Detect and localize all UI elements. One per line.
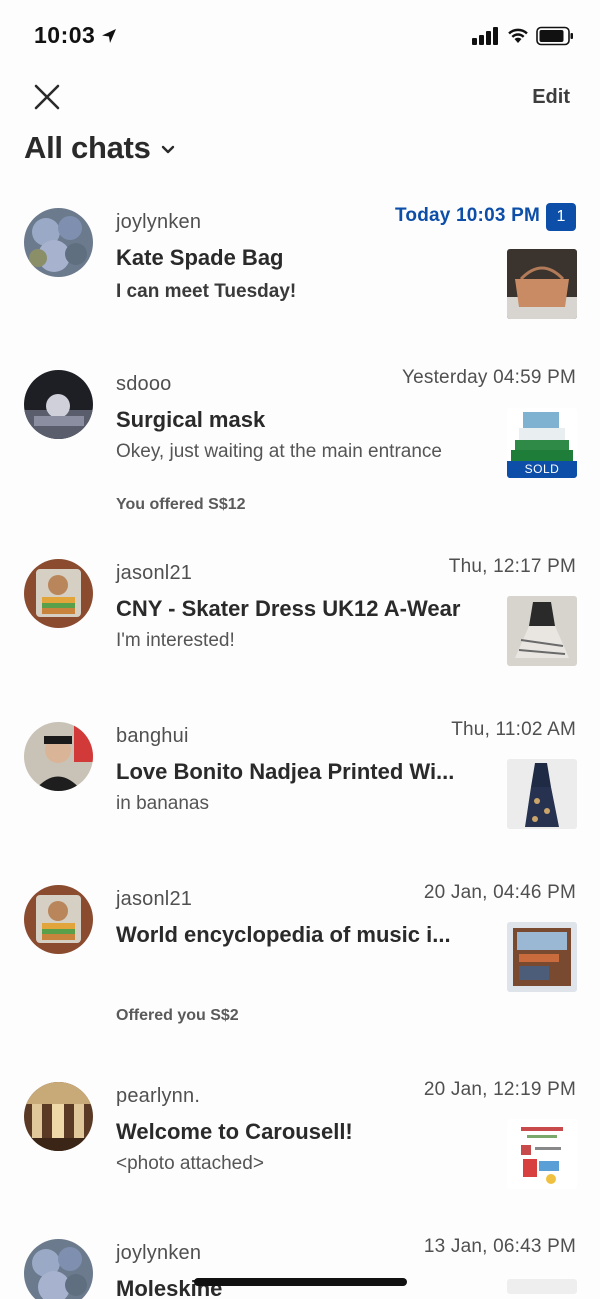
chat-filter-dropdown[interactable]: All chats	[24, 130, 175, 166]
chat-row[interactable]: pearlynn. 20 Jan, 12:19 PM Welcome to Ca…	[0, 1073, 600, 1233]
item-thumbnail	[507, 759, 577, 829]
avatar	[24, 1239, 93, 1299]
avatar	[24, 885, 93, 954]
chat-row[interactable]: joylynken Today 10:03 PM 1 Kate Spade Ba…	[0, 195, 600, 355]
status-bar: 10:03	[0, 0, 600, 70]
chat-row[interactable]: joylynken 13 Jan, 06:43 PM Moleskine	[0, 1233, 600, 1299]
avatar	[24, 722, 93, 791]
timestamp: Yesterday 04:59 PM	[401, 367, 576, 388]
edit-button[interactable]: Edit	[532, 86, 570, 109]
status-time: 10:03	[34, 22, 96, 48]
chevron-down-icon	[161, 145, 174, 154]
username: sdooo	[116, 373, 172, 395]
close-button[interactable]	[30, 80, 64, 114]
username: jasonl21	[116, 888, 193, 910]
message-preview: <photo attached>	[116, 1153, 264, 1174]
username: pearlynn.	[116, 1085, 201, 1107]
avatar	[24, 370, 93, 439]
wifi-icon	[508, 28, 528, 43]
unread-badge: 1	[546, 203, 576, 231]
home-indicator	[194, 1278, 407, 1286]
location-arrow-icon	[102, 29, 116, 43]
item-title: Kate Spade Bag	[116, 245, 284, 270]
username: joylynken	[116, 1242, 202, 1264]
timestamp: 20 Jan, 04:46 PM	[423, 882, 576, 903]
offer-note: You offered S$12	[116, 496, 246, 513]
item-thumbnail: SOLD	[507, 408, 577, 478]
timestamp: 13 Jan, 06:43 PM	[423, 1236, 576, 1257]
message-preview: Okey, just waiting at the main entrance	[116, 441, 442, 462]
item-thumbnail	[507, 922, 577, 992]
cellular-signal-icon	[472, 27, 498, 45]
chat-row[interactable]: jasonl21 20 Jan, 04:46 PM World encyclop…	[0, 876, 600, 1073]
timestamp: Thu, 12:17 PM	[448, 556, 576, 577]
message-preview: I can meet Tuesday!	[116, 281, 297, 302]
timestamp: Today 10:03 PM	[395, 205, 540, 226]
username: jasonl21	[116, 562, 193, 584]
timestamp: Thu, 11:02 AM	[451, 719, 576, 740]
item-title: World encyclopedia of music i...	[116, 922, 451, 947]
battery-icon	[536, 26, 573, 46]
chat-row[interactable]: jasonl21 Thu, 12:17 PM CNY - Skater Dres…	[0, 550, 600, 713]
item-thumbnail	[507, 1279, 577, 1294]
avatar	[24, 559, 93, 628]
item-title: Love Bonito Nadjea Printed Wi...	[116, 759, 455, 784]
timestamp: 20 Jan, 12:19 PM	[423, 1079, 576, 1100]
item-title: Surgical mask	[116, 407, 266, 432]
message-preview: I'm interested!	[116, 630, 235, 651]
chat-row[interactable]: sdooo Yesterday 04:59 PM Surgical mask O…	[0, 355, 600, 550]
avatar	[24, 208, 93, 277]
item-thumbnail	[507, 596, 577, 666]
sold-tag: SOLD	[507, 461, 577, 478]
item-thumbnail	[507, 249, 577, 319]
page-title: All chats	[24, 130, 151, 165]
close-icon	[34, 84, 60, 110]
message-preview: in bananas	[116, 793, 209, 814]
offer-note: Offered you S$2	[116, 1007, 239, 1024]
item-title: Welcome to Carousell!	[116, 1119, 353, 1144]
avatar	[24, 1082, 93, 1151]
username: joylynken	[116, 211, 202, 233]
item-thumbnail	[507, 1119, 577, 1189]
chat-row[interactable]: banghui Thu, 11:02 AM Love Bonito Nadjea…	[0, 713, 600, 876]
username: banghui	[116, 725, 189, 747]
item-title: CNY - Skater Dress UK12 A-Wear	[116, 596, 461, 621]
